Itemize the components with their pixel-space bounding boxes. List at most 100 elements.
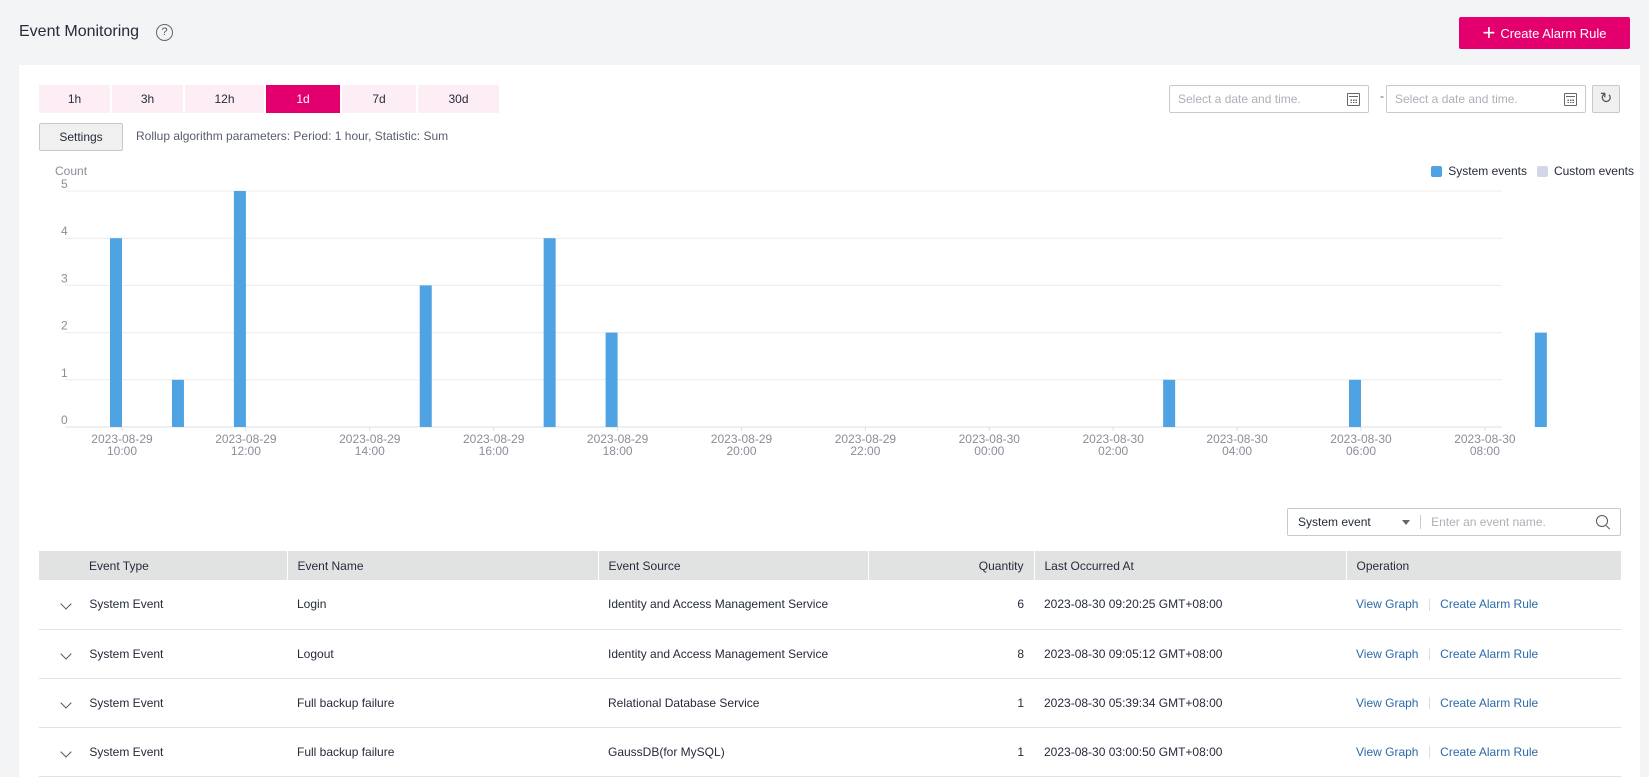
- y-tick-label: 0: [61, 413, 68, 427]
- tab-30d[interactable]: 30d: [418, 85, 499, 113]
- refresh-button[interactable]: ↻: [1592, 85, 1620, 113]
- event-type-select[interactable]: System event: [1288, 509, 1420, 535]
- bar[interactable]: [1534, 332, 1547, 427]
- event-source: Identity and Access Management Service: [598, 580, 868, 630]
- legend-system-events[interactable]: System events: [1431, 164, 1527, 178]
- x-tick-label-time: 04:00: [1222, 444, 1252, 458]
- date-separator: -: [1380, 89, 1384, 103]
- settings-button[interactable]: Settings: [39, 123, 123, 151]
- view-graph-link[interactable]: View Graph: [1356, 647, 1418, 661]
- view-graph-link[interactable]: View Graph: [1356, 597, 1418, 611]
- event-type: System Event: [89, 695, 164, 710]
- event-source: Relational Database Service: [598, 678, 868, 728]
- create-alarm-rule-button[interactable]: + Create Alarm Rule: [1459, 17, 1630, 49]
- chevron-down-icon[interactable]: [60, 598, 72, 610]
- end-date-picker[interactable]: [1386, 85, 1586, 113]
- event-type-selected: System event: [1298, 515, 1371, 529]
- event-source: GaussDB(for MySQL): [598, 727, 868, 777]
- table-row: System Event Full backup failure Relatio…: [39, 678, 1621, 728]
- view-graph-link[interactable]: View Graph: [1356, 696, 1418, 710]
- legend-label: System events: [1448, 164, 1527, 178]
- operation-divider: [1428, 599, 1430, 612]
- caret-down-icon: [1402, 519, 1411, 525]
- bars: [110, 191, 1547, 427]
- start-date-picker[interactable]: [1169, 85, 1369, 113]
- tab-3h[interactable]: 3h: [112, 85, 183, 113]
- x-tick-label-time: 16:00: [479, 444, 509, 458]
- x-tick-label-time: 06:00: [1346, 444, 1376, 458]
- column-header-quantity: Quantity: [867, 551, 1034, 580]
- event-filter-bar: System event: [1287, 508, 1621, 536]
- chevron-down-icon[interactable]: [60, 745, 72, 758]
- calendar-icon[interactable]: [1347, 92, 1360, 106]
- bar[interactable]: [605, 332, 618, 427]
- bar[interactable]: [233, 191, 246, 427]
- column-header-last-occurred: Last Occurred At: [1033, 551, 1346, 580]
- operation-divider: [1428, 746, 1430, 759]
- bar[interactable]: [171, 379, 184, 427]
- event-quantity: 8: [868, 629, 1034, 679]
- create-alarm-rule-link[interactable]: Create Alarm Rule: [1440, 597, 1538, 611]
- calendar-icon[interactable]: [1564, 92, 1577, 106]
- table-header-row: Event Type Event Name Event Source Quant…: [39, 551, 1621, 580]
- y-tick-labels: 0 1 2 3 4 5: [61, 177, 68, 427]
- x-tick-label-time: 02:00: [1098, 444, 1128, 458]
- column-header-operation: Operation: [1345, 551, 1621, 580]
- chevron-down-icon[interactable]: [60, 696, 72, 709]
- tab-1h[interactable]: 1h: [39, 85, 110, 113]
- events-table: Event Type Event Name Event Source Quant…: [39, 551, 1621, 777]
- create-alarm-rule-link[interactable]: Create Alarm Rule: [1440, 745, 1538, 759]
- tab-12h[interactable]: 12h: [185, 85, 264, 113]
- event-type-cell: System Event: [39, 727, 287, 777]
- create-alarm-rule-link[interactable]: Create Alarm Rule: [1440, 647, 1538, 661]
- time-range-tabs: 1h 3h 12h 1d 7d 30d: [39, 85, 499, 113]
- event-quantity: 1: [868, 678, 1034, 728]
- legend-label: Custom events: [1553, 164, 1634, 178]
- x-tick-label-time: 14:00: [355, 444, 385, 458]
- bar[interactable]: [543, 238, 556, 427]
- bar[interactable]: [110, 238, 122, 427]
- x-tick-label-time: 10:00: [107, 444, 137, 458]
- page-header: Event Monitoring ? + Create Alarm Rule: [0, 0, 1649, 64]
- search-icon[interactable]: [1596, 515, 1610, 529]
- view-graph-link[interactable]: View Graph: [1356, 745, 1418, 759]
- grid-lines: [65, 190, 1502, 428]
- event-name-search-input[interactable]: [1421, 515, 1597, 529]
- create-alarm-rule-label: Create Alarm Rule: [1500, 25, 1607, 41]
- y-tick-label: 2: [61, 319, 68, 333]
- event-name: Full backup failure: [287, 678, 598, 728]
- rollup-parameters-text: Rollup algorithm parameters: Period: 1 h…: [136, 129, 449, 143]
- bar[interactable]: [419, 285, 432, 427]
- event-type-cell: System Event: [39, 629, 287, 679]
- question-circle-icon[interactable]: ?: [156, 24, 173, 41]
- operation-cell: View Graph Create Alarm Rule: [1346, 580, 1621, 630]
- operation-cell: View Graph Create Alarm Rule: [1346, 727, 1621, 777]
- event-type-cell: System Event: [39, 678, 287, 728]
- start-date-input[interactable]: [1178, 92, 1347, 106]
- chart-legend: System events Custom events: [1431, 164, 1634, 178]
- event-type: System Event: [89, 744, 164, 759]
- event-quantity: 6: [868, 580, 1034, 630]
- operation-cell: View Graph Create Alarm Rule: [1346, 678, 1621, 728]
- column-header-event-source: Event Source: [597, 551, 868, 580]
- bar[interactable]: [1163, 379, 1176, 427]
- monitoring-panel: 1h 3h 12h 1d 7d 30d Settings Rollup algo…: [19, 65, 1640, 777]
- tab-1d[interactable]: 1d: [266, 85, 340, 113]
- x-tick-label-time: 22:00: [850, 444, 880, 458]
- create-alarm-rule-link[interactable]: Create Alarm Rule: [1440, 696, 1538, 710]
- end-date-input[interactable]: [1395, 92, 1564, 106]
- page-title: Event Monitoring: [19, 23, 140, 40]
- x-tick-label-time: 08:00: [1470, 444, 1500, 458]
- event-source: Identity and Access Management Service: [598, 629, 868, 679]
- y-tick-label: 4: [61, 224, 68, 238]
- x-tick-label-time: 18:00: [603, 444, 633, 458]
- column-header-event-name: Event Name: [286, 551, 598, 580]
- chevron-down-icon[interactable]: [60, 647, 72, 660]
- last-occurred-at: 2023-08-30 09:20:25 GMT+08:00: [1034, 580, 1346, 630]
- legend-custom-events[interactable]: Custom events: [1536, 164, 1634, 178]
- x-tick-label-time: 00:00: [974, 444, 1004, 458]
- table-row: System Event Full backup failure GaussDB…: [39, 727, 1621, 777]
- bar[interactable]: [1349, 379, 1361, 427]
- x-tick-label-time: 20:00: [726, 444, 756, 458]
- tab-7d[interactable]: 7d: [342, 85, 416, 113]
